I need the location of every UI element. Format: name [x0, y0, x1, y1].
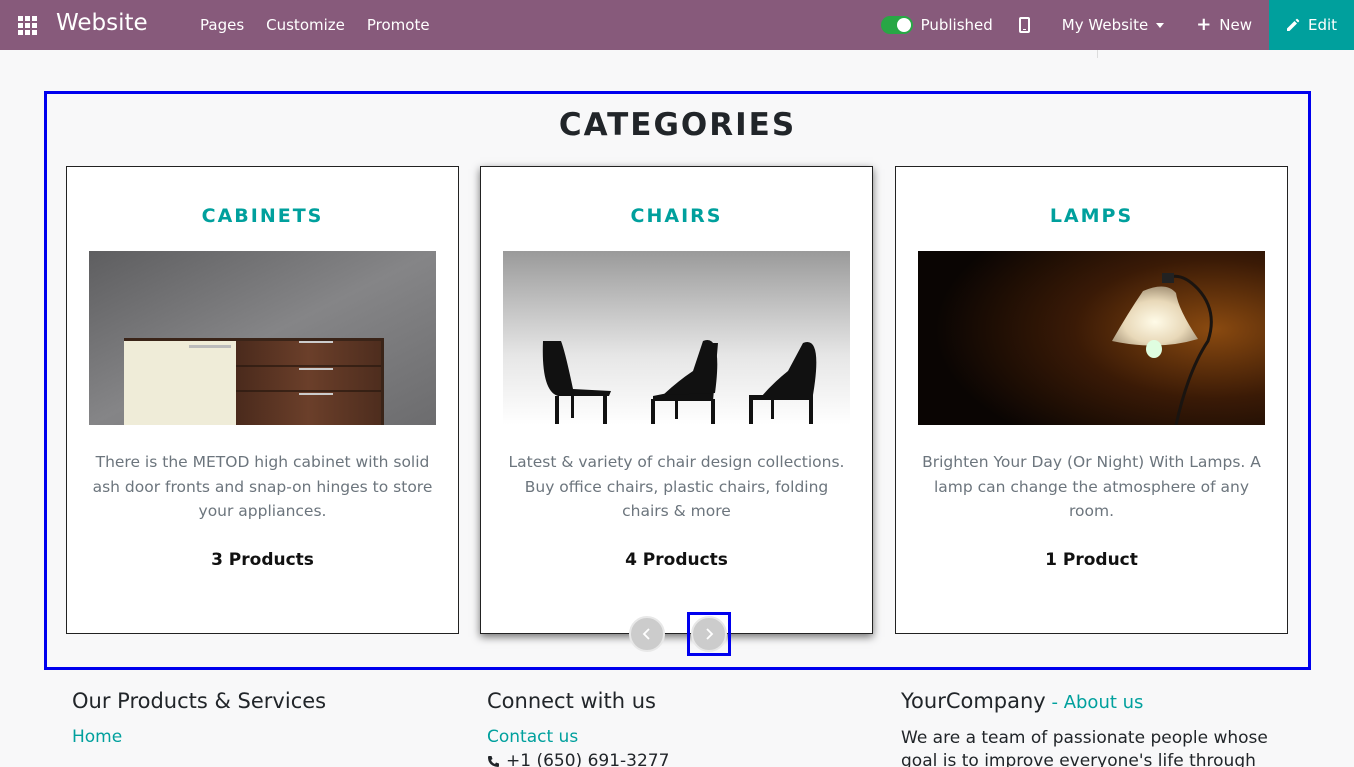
- card-product-count: 4 Products: [625, 550, 728, 570]
- card-title: LAMPS: [1049, 205, 1134, 227]
- carousel-next-button[interactable]: [691, 616, 727, 652]
- menu-customize[interactable]: Customize: [266, 16, 345, 34]
- card-product-count: 3 Products: [211, 550, 314, 570]
- toggle-switch-icon[interactable]: [880, 16, 913, 34]
- website-switcher[interactable]: My Website: [1061, 16, 1165, 34]
- caret-down-icon: [1156, 22, 1165, 28]
- menu-pages[interactable]: Pages: [200, 16, 244, 34]
- pencil-icon: [1286, 18, 1300, 31]
- new-button-label: New: [1219, 16, 1252, 34]
- chevron-left-icon: [642, 628, 650, 640]
- edit-button[interactable]: Edit: [1269, 0, 1354, 50]
- footer-link-home[interactable]: Home: [72, 727, 326, 747]
- company-name: YourCompany: [901, 689, 1046, 713]
- footer-company-column: YourCompany - About us We are a team of …: [901, 689, 1281, 767]
- footer-phone: +1 (650) 691-3277: [487, 751, 669, 767]
- phone-number[interactable]: +1 (650) 691-3277: [506, 751, 669, 767]
- section-title: CATEGORIES: [558, 107, 797, 143]
- phone-icon: [488, 755, 499, 767]
- footer-heading: Connect with us: [487, 689, 656, 713]
- menu-promote[interactable]: Promote: [367, 16, 430, 34]
- plus-icon: +: [1196, 14, 1212, 35]
- about-us-link[interactable]: About us: [1064, 692, 1144, 713]
- footer-products-column: Our Products & Services Home: [72, 689, 326, 747]
- app-brand[interactable]: Website: [56, 10, 148, 36]
- chairs-image: [503, 251, 850, 425]
- card-description: Brighten Your Day (Or Night) With Lamps.…: [922, 453, 1261, 520]
- divider: [1097, 50, 1098, 58]
- cabinet-image: [89, 251, 436, 425]
- card-product-count: 1 Product: [1045, 550, 1138, 570]
- category-card-chairs[interactable]: CHAIRS Latest & variety of chair design …: [480, 166, 873, 634]
- categories-section: CATEGORIES CABINETS There is the METOD h…: [44, 91, 1311, 670]
- card-description: Latest & variety of chair design collect…: [508, 453, 845, 520]
- published-toggle[interactable]: Published: [880, 16, 993, 34]
- footer-heading: YourCompany - About us: [901, 689, 1281, 713]
- mobile-preview-icon[interactable]: [1018, 17, 1030, 33]
- lamp-image: [918, 251, 1265, 425]
- website-switcher-label: My Website: [1061, 16, 1149, 34]
- company-description: We are a team of passionate people whose…: [901, 728, 1268, 767]
- apps-grid-icon[interactable]: [18, 16, 37, 35]
- card-title: CHAIRS: [630, 205, 723, 227]
- card-description: There is the METOD high cabinet with sol…: [92, 453, 433, 520]
- chevron-right-icon: [706, 628, 714, 640]
- footer-link-contact[interactable]: Contact us: [487, 727, 669, 747]
- footer-connect-column: Connect with us Contact us +1 (650) 691-…: [487, 689, 669, 767]
- card-title: CABINETS: [201, 205, 324, 227]
- navbar-right: Published My Website + New Edit: [880, 0, 1354, 50]
- category-card-cabinets[interactable]: CABINETS There is the METOD high cabinet…: [66, 166, 459, 634]
- main-menu: Pages Customize Promote: [200, 0, 430, 50]
- footer-heading: Our Products & Services: [72, 689, 327, 713]
- carousel-prev-button[interactable]: [629, 616, 665, 652]
- top-navbar: Website Pages Customize Promote Publishe…: [0, 0, 1354, 50]
- edit-button-label: Edit: [1307, 16, 1338, 34]
- separator: -: [1045, 692, 1064, 713]
- new-button[interactable]: + New: [1196, 14, 1252, 35]
- published-label: Published: [920, 16, 993, 34]
- category-card-lamps[interactable]: LAMPS Brighten Your Day (Or Night) With …: [895, 166, 1288, 634]
